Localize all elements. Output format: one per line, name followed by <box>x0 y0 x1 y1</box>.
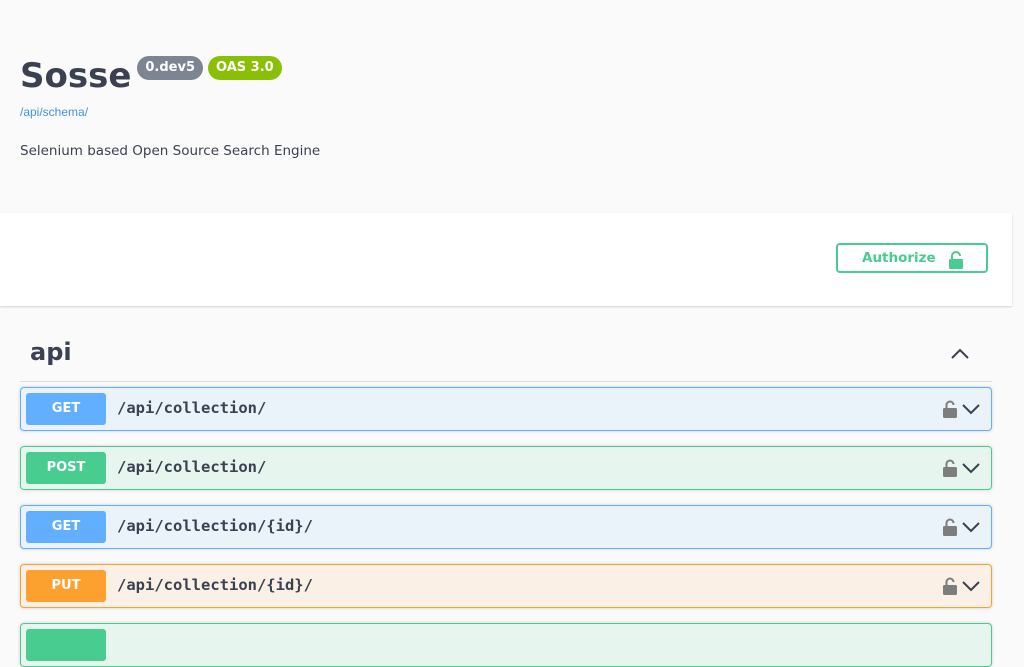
method-badge: GET <box>26 393 106 425</box>
operation-path: /api/collection/ <box>117 458 267 476</box>
operation-path: /api/collection/{id}/ <box>117 517 313 535</box>
title-row: Sosse 0.dev5 OAS 3.0 <box>20 54 282 98</box>
operation-get-collection-id[interactable]: GET /api/collection/{id}/ <box>20 505 992 549</box>
method-badge <box>26 629 106 661</box>
authorize-button[interactable]: Authorize <box>836 243 988 273</box>
chevron-down-icon[interactable] <box>961 579 981 598</box>
operation-put-collection-id[interactable]: PUT /api/collection/{id}/ <box>20 564 992 608</box>
tag-title: api <box>30 338 72 366</box>
api-description: Selenium based Open Source Search Engine <box>20 143 321 159</box>
authorize-label: Authorize <box>862 250 936 266</box>
operation-post-collection[interactable]: POST /api/collection/ <box>20 446 992 490</box>
operation-partial[interactable] <box>20 623 992 667</box>
operation-path: /api/collection/ <box>117 399 267 417</box>
unlock-icon[interactable] <box>943 400 957 423</box>
chevron-down-icon[interactable] <box>961 461 981 480</box>
schema-link[interactable]: /api/schema/ <box>20 105 88 119</box>
chevron-down-icon[interactable] <box>961 402 981 421</box>
unlock-icon <box>948 251 964 273</box>
chevron-down-icon[interactable] <box>961 520 981 539</box>
operation-path: /api/collection/{id}/ <box>117 576 313 594</box>
tag-section-api[interactable]: api <box>20 334 992 382</box>
chevron-up-icon[interactable] <box>950 346 970 365</box>
unlock-icon[interactable] <box>943 577 957 600</box>
method-badge: PUT <box>26 570 106 602</box>
unlock-icon[interactable] <box>943 459 957 482</box>
version-badge: 0.dev5 <box>137 56 204 80</box>
method-badge: GET <box>26 511 106 543</box>
operation-get-collection[interactable]: GET /api/collection/ <box>20 387 992 431</box>
api-title: Sosse <box>20 56 132 96</box>
method-badge: POST <box>26 452 106 484</box>
scheme-container: Authorize <box>0 213 1012 306</box>
oas-badge: OAS 3.0 <box>208 56 282 80</box>
unlock-icon[interactable] <box>943 518 957 541</box>
